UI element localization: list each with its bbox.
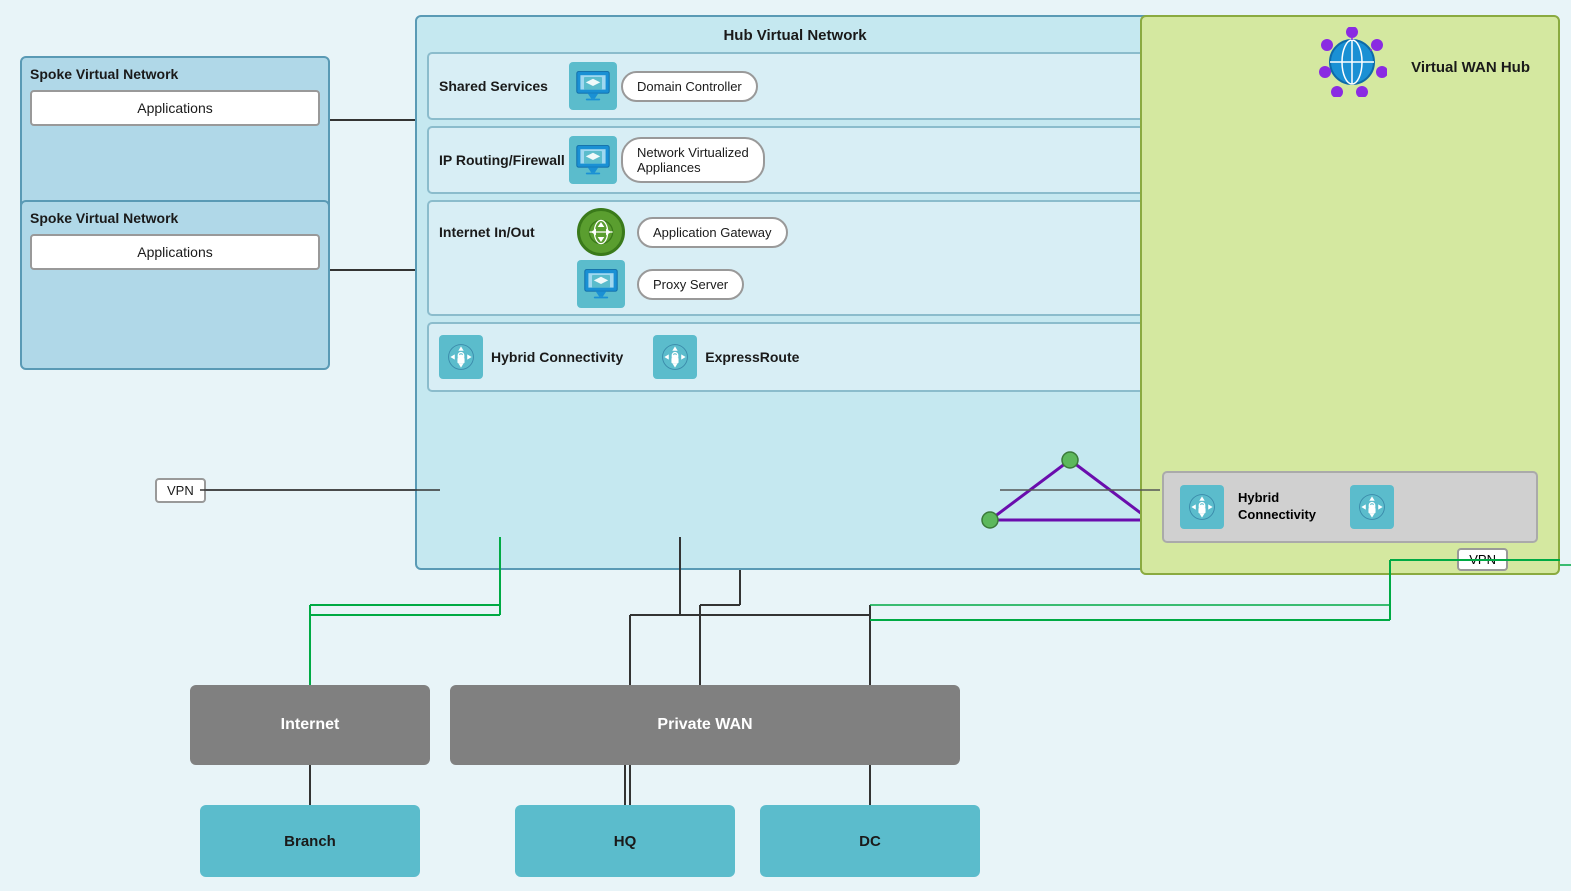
internet-inout-label: Internet In/Out (439, 224, 569, 240)
hub-hybrid-lock-icon (439, 335, 483, 379)
spoke-vn-1-label: Spoke Virtual Network (30, 66, 320, 82)
branch-label: Branch (284, 833, 336, 850)
globe-wan-icon (1317, 27, 1387, 97)
hub-row-hybrid: Hybrid Connectivity ExpressRoute (427, 322, 1163, 392)
vwh-hybrid-lock-icon-1 (1180, 485, 1224, 529)
spoke-vn-2: Spoke Virtual Network Applications (20, 200, 330, 370)
hub-hybrid-label: Hybrid Connectivity (491, 349, 623, 365)
dc-box: DC (760, 805, 980, 877)
internet-box: Internet (190, 685, 430, 765)
hq-label: HQ (614, 833, 637, 850)
hub-row-ip-routing: IP Routing/Firewall Network Virtualized … (427, 126, 1163, 194)
private-wan-box: Private WAN (450, 685, 960, 765)
shared-services-icon (569, 62, 617, 110)
vwh-vpn-label: VPN (1457, 548, 1508, 571)
spoke-vn-2-label: Spoke Virtual Network (30, 210, 320, 226)
private-wan-label: Private WAN (657, 716, 752, 734)
spoke-vn-1-app: Applications (30, 90, 320, 126)
internet-label: Internet (281, 716, 340, 734)
vpn-left-label: VPN (155, 478, 206, 503)
domain-controller-label: Domain Controller (621, 71, 758, 102)
expressroute-label: ExpressRoute (705, 349, 835, 365)
virtual-wan-hub: Virtual WAN Hub (1140, 15, 1560, 575)
spoke-vn-2-app: Applications (30, 234, 320, 270)
hub-vn-title: Hub Virtual Network (427, 27, 1163, 44)
shared-services-label: Shared Services (439, 78, 569, 94)
hq-box: HQ (515, 805, 735, 877)
vwh-hybrid-label: HybridConnectivity (1238, 490, 1316, 524)
network-virtualized-label: Network Virtualized Appliances (621, 137, 765, 183)
hub-row-internet: Internet In/Out Application Gateway (427, 200, 1163, 316)
vwh-hybrid-lock-icon-2 (1350, 485, 1394, 529)
dc-label: DC (859, 833, 881, 850)
expressroute-triangle (980, 450, 1160, 530)
app-gateway-label: Application Gateway (637, 217, 788, 248)
proxy-server-label: Proxy Server (637, 269, 744, 300)
hub-row-shared-services: Shared Services Domain Controller (427, 52, 1163, 120)
ip-routing-icon (569, 136, 617, 184)
virtual-wan-hub-title: Virtual WAN Hub (1397, 49, 1544, 76)
branch-box: Branch (200, 805, 420, 877)
expressroute-lock-icon (653, 335, 697, 379)
diagram-container: Spoke Virtual Network Applications Spoke… (0, 0, 1571, 891)
ip-routing-label: IP Routing/Firewall (439, 152, 569, 168)
appgw-icon (577, 208, 625, 256)
proxy-server-icon (577, 260, 625, 308)
